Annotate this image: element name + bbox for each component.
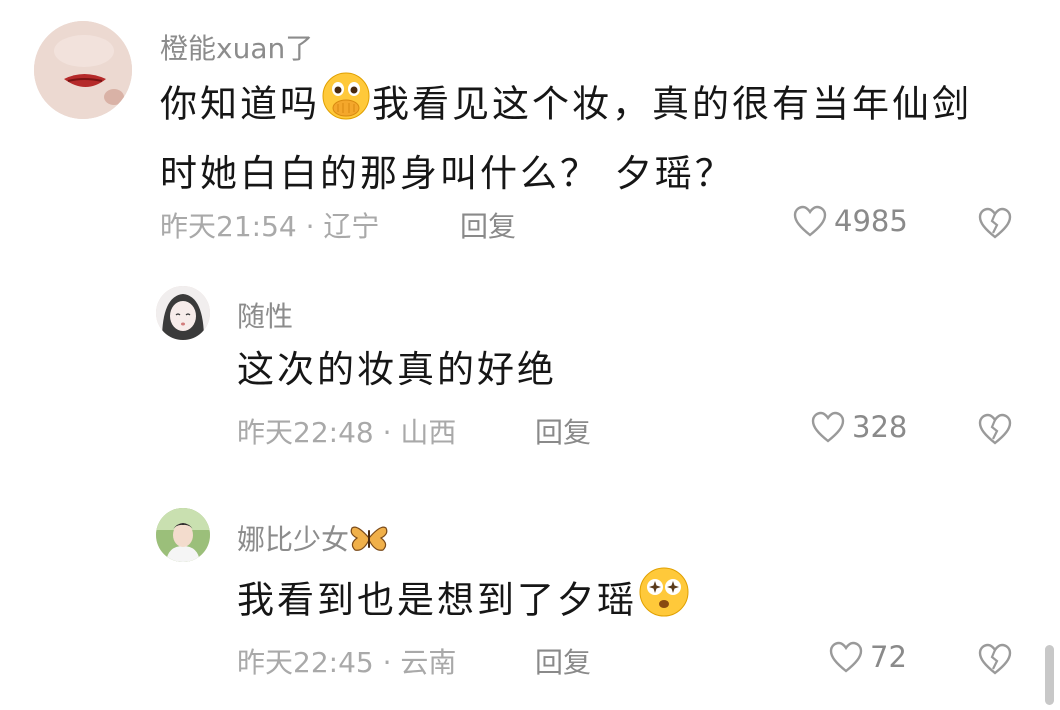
broken-heart-icon (978, 413, 1012, 445)
broken-heart-icon (978, 207, 1012, 239)
covering-mouth-emoji-icon (320, 70, 372, 142)
heart-outline-icon (793, 205, 827, 237)
location: 云南 (400, 646, 457, 679)
avatar-image (156, 286, 210, 340)
like-button[interactable]: 72 (828, 640, 907, 674)
dislike-button[interactable] (976, 642, 1014, 680)
heart-outline-icon (811, 411, 845, 443)
separator: · (305, 210, 315, 243)
comment-text-part: 我看到也是想到了夕瑶 (237, 578, 637, 622)
location: 辽宁 (323, 210, 380, 243)
butterfly-emoji-icon (349, 522, 389, 561)
reply-button[interactable]: 回复 (535, 411, 591, 451)
avatar[interactable] (34, 21, 132, 119)
avatar[interactable] (156, 508, 210, 562)
like-count: 4985 (834, 204, 908, 238)
timestamp: 昨天21:54 (160, 210, 297, 243)
comment-meta: 昨天21:54 · 辽宁 (160, 205, 379, 245)
comment-text: 你知道吗 我看见这个妆，真的很有当年仙剑 时她白白的那身叫什么？ 夕瑶？ (160, 70, 972, 206)
heart-outline-icon (829, 641, 863, 673)
comment-text: 这次的妆真的好绝 (237, 348, 557, 391)
scrollbar[interactable] (1045, 645, 1054, 705)
location: 山西 (400, 416, 457, 449)
separator: · (382, 646, 392, 679)
like-button[interactable]: 4985 (792, 204, 908, 238)
like-button[interactable]: 328 (810, 410, 907, 444)
avatar[interactable] (156, 286, 210, 340)
username[interactable]: 随性 (237, 295, 293, 335)
username[interactable]: 娜比少女 (237, 518, 389, 561)
comment-text: 我看到也是想到了夕瑶 (237, 565, 691, 639)
username[interactable]: 橙能xuan了 (160, 27, 313, 67)
comment-text-part: 你知道吗 (160, 82, 320, 126)
comment-meta: 昨天22:48 · 山西 (237, 411, 456, 451)
like-count: 72 (870, 640, 907, 674)
comment-meta: 昨天22:45 · 云南 (237, 641, 456, 681)
dislike-button[interactable] (976, 206, 1014, 244)
broken-heart-icon (978, 643, 1012, 675)
timestamp: 昨天22:45 (237, 646, 374, 679)
username-text: 娜比少女 (237, 523, 350, 556)
reply-button[interactable]: 回复 (535, 641, 591, 681)
comment-text-line: 时她白白的那身叫什么？ 夕瑶？ (160, 152, 735, 195)
like-count: 328 (852, 410, 908, 444)
comment-text-part: 我看见这个妆，真的很有当年仙剑 (372, 82, 972, 126)
avatar-image (34, 21, 132, 119)
avatar-image (156, 508, 210, 562)
separator: · (382, 416, 392, 449)
starry-eyes-emoji-icon (637, 565, 691, 639)
timestamp: 昨天22:48 (237, 416, 374, 449)
reply-button[interactable]: 回复 (460, 205, 516, 245)
dislike-button[interactable] (976, 412, 1014, 450)
